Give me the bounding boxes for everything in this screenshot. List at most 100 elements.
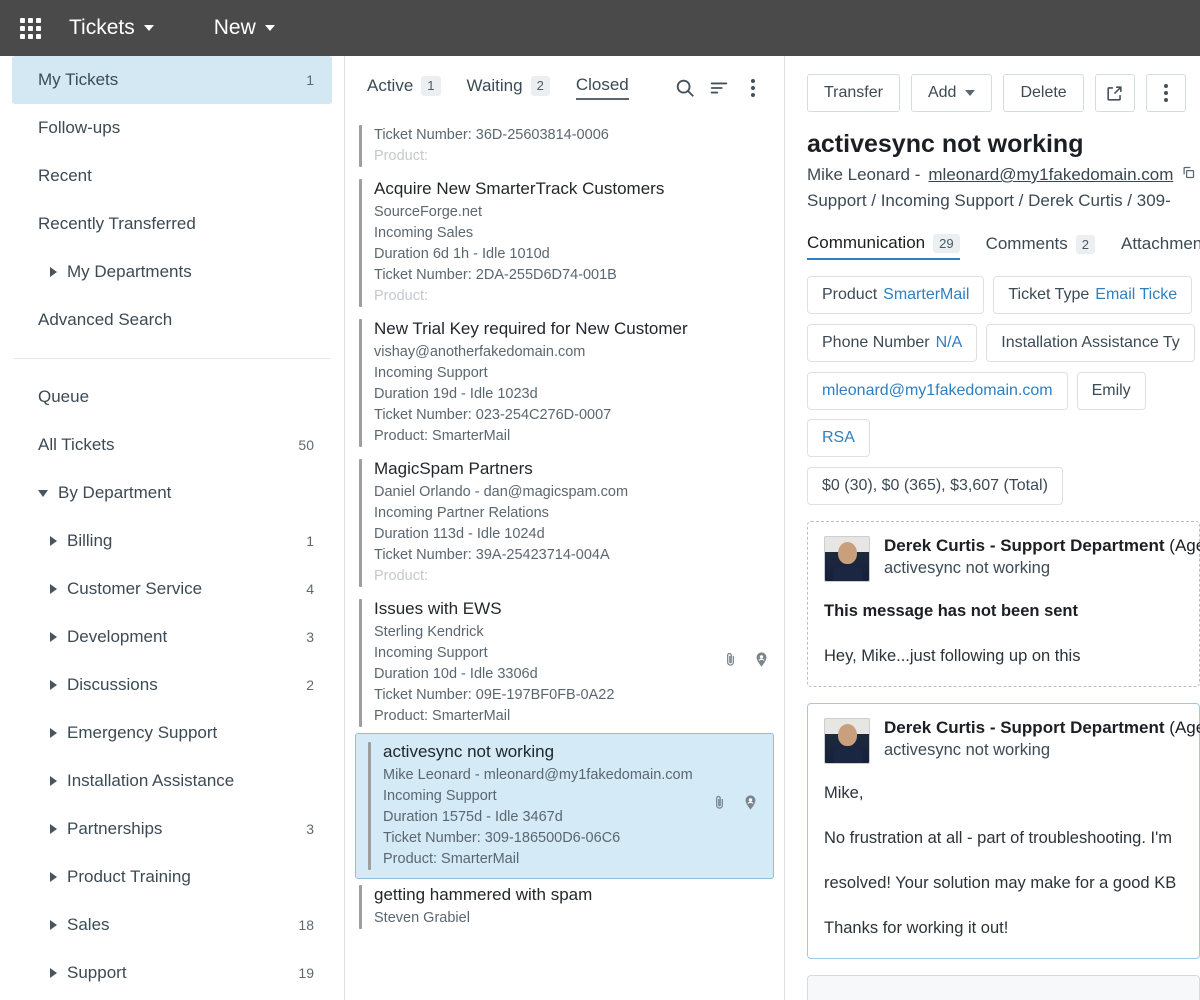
message-card[interactable]	[807, 975, 1200, 1000]
sidebar-item-label: Partnerships	[67, 819, 163, 838]
sidebar-item-development[interactable]: Development 3	[12, 613, 332, 661]
tab-attachments[interactable]: Attachments	[1121, 233, 1200, 260]
message-meta: Derek Curtis - Support Department (Age ac…	[884, 718, 1200, 760]
ticket-detail-inner: Transfer Add Delete activesync not worki…	[785, 56, 1200, 1000]
chevron-down-icon	[143, 25, 154, 31]
property-chip[interactable]: $0 (30), $0 (365), $3,607 (Total)	[807, 467, 1063, 505]
sidebar-item-recent[interactable]: Recent	[12, 152, 332, 200]
property-chip[interactable]: Emily	[1076, 372, 1146, 410]
chips-row-2: Phone Number N/A Installation Assistance T…	[807, 324, 1200, 362]
chip-label: $0 (30), $0 (365), $3,607 (Total)	[822, 477, 1048, 494]
tab-closed[interactable]: Closed	[575, 75, 629, 100]
message-subject: activesync not working	[884, 741, 1050, 759]
sidebar-item-by-department[interactable]: By Department	[12, 469, 332, 517]
message-thread: Derek Curtis - Support Department (Age ac…	[807, 521, 1200, 1000]
message-line: Mike,	[824, 784, 864, 802]
ticket-department: Incoming Support	[374, 645, 488, 661]
ticket-title: activesync not working	[807, 130, 1084, 158]
delete-button[interactable]: Delete	[1003, 74, 1084, 112]
ticket-list-item[interactable]: Issues with EWS Sterling Kendrick Incoming…	[345, 593, 784, 733]
tab-badge: 1	[421, 76, 441, 96]
message-card[interactable]: Derek Curtis - Support Department (Age ac…	[807, 521, 1200, 687]
ticket-list-item[interactable]: New Trial Key required for New Customer v…	[345, 313, 784, 453]
message-card[interactable]: Derek Curtis - Support Department (Age ac…	[807, 703, 1200, 959]
ticket-product: Product: SmarterMail	[383, 851, 520, 867]
property-chip[interactable]: Ticket Type Email Ticke	[993, 276, 1193, 314]
tab-communication[interactable]: Communication 29	[807, 233, 960, 260]
ticket-body: Acquire New SmarterTrack Customers Source…	[374, 179, 770, 307]
grid-apps-icon[interactable]	[20, 17, 41, 39]
sidebar-item-follow-ups[interactable]: Follow-ups	[12, 104, 332, 152]
property-chip[interactable]: Phone Number N/A	[807, 324, 978, 362]
attachment-icon[interactable]	[722, 651, 739, 673]
add-button[interactable]: Add	[910, 74, 993, 112]
ticket-list-item[interactable]: activesync not working Mike Leonard - mle…	[355, 733, 774, 879]
sidebar-item-customer-service[interactable]: Customer Service 4	[12, 565, 332, 613]
sort-icon[interactable]	[702, 71, 736, 105]
sidebar-item-label: My Tickets	[38, 70, 119, 89]
more-options-icon[interactable]	[736, 71, 770, 105]
sidebar-item-advanced-search[interactable]: Advanced Search	[12, 296, 332, 344]
breadcrumb[interactable]: Support / Incoming Support / Derek Curti…	[807, 191, 1200, 211]
chips-row-4: $0 (30), $0 (365), $3,607 (Total)	[807, 467, 1200, 505]
tab-active[interactable]: Active 1	[367, 76, 441, 99]
tickets-menu[interactable]: Tickets	[59, 10, 164, 46]
ticket-list-item[interactable]: getting hammered with spam Steven Grabiel	[345, 879, 784, 935]
attachment-icon[interactable]	[711, 794, 728, 816]
ticket-list-item[interactable]: Ticket Number: 36D-25603814-0006 Product:	[345, 119, 784, 173]
open-in-new-icon[interactable]	[1094, 74, 1135, 112]
tab-badge: 29	[933, 233, 960, 253]
sidebar-item-discussions[interactable]: Discussions 2	[12, 661, 332, 709]
sidebar-item-emergency-support[interactable]: Emergency Support	[12, 709, 332, 757]
sidebar-item-recently-transferred[interactable]: Recently Transferred	[12, 200, 332, 248]
sidebar-item-partnerships[interactable]: Partnerships 3	[12, 805, 332, 853]
property-chip[interactable]: Installation Assistance Ty	[986, 324, 1195, 362]
ticket-body: activesync not working Mike Leonard - mle…	[383, 742, 705, 870]
message-header: Derek Curtis - Support Department (Age ac…	[824, 718, 1200, 764]
ticket-contact: Sterling Kendrick	[374, 624, 484, 640]
transfer-button[interactable]: Transfer	[807, 74, 900, 112]
ticket-title: getting hammered with spam	[374, 885, 593, 904]
sidebar-item-installation-assistance[interactable]: Installation Assistance	[12, 757, 332, 805]
sidebar-item-billing[interactable]: Billing 1	[12, 517, 332, 565]
search-icon[interactable]	[668, 71, 702, 105]
ticket-list-item[interactable]: Acquire New SmarterTrack Customers Source…	[345, 173, 784, 313]
property-chip[interactable]: Product SmarterMail	[807, 276, 985, 314]
sidebar-item-product-training[interactable]: Product Training	[12, 853, 332, 901]
contact-email-link[interactable]: mleonard@my1fakedomain.com	[928, 165, 1173, 185]
chevron-right-icon	[50, 968, 57, 978]
ticket-list-column: Active 1 Waiting 2 Closed Ticket Number: 36D…	[345, 56, 785, 1000]
sidebar-item-label: Emergency Support	[67, 723, 218, 742]
ticket-title: activesync not working	[383, 742, 555, 761]
chevron-right-icon	[50, 776, 57, 786]
tickets-menu-label: Tickets	[69, 16, 135, 39]
copy-icon[interactable]	[1181, 165, 1196, 185]
new-menu[interactable]: New	[204, 10, 285, 46]
property-chip[interactable]: mleonard@my1fakedomain.com	[807, 372, 1068, 410]
sidebar-item-my-tickets[interactable]: My Tickets 1	[12, 56, 332, 104]
more-options-icon[interactable]	[1145, 74, 1186, 112]
ticket-list-item[interactable]: MagicSpam Partners Daniel Orlando - dan@m…	[345, 453, 784, 593]
property-chip[interactable]: RSA	[807, 419, 870, 457]
sidebar-item-count: 1	[306, 533, 314, 549]
contact-pin-icon[interactable]	[753, 651, 770, 673]
sidebar-item-my-departments[interactable]: My Departments	[12, 248, 332, 296]
contact-pin-icon[interactable]	[742, 794, 759, 816]
ticket-duration: Duration 6d 1h - Idle 1010d	[374, 246, 550, 262]
avatar	[824, 718, 870, 764]
sidebar-item-label: Sales	[67, 915, 110, 934]
sidebar-item-support[interactable]: Support 19	[12, 949, 332, 997]
tab-waiting[interactable]: Waiting 2	[467, 76, 550, 99]
chip-label: Emily	[1091, 382, 1131, 399]
tab-label: Attachments	[1121, 234, 1200, 253]
ticket-contact: Steven Grabiel	[374, 910, 470, 926]
sidebar-item-all-tickets[interactable]: All Tickets 50	[12, 421, 332, 469]
ticket-list-scroll[interactable]: Ticket Number: 36D-25603814-0006 Product:…	[345, 119, 784, 1000]
sidebar-item-label: My Departments	[67, 262, 192, 281]
message-author-role: (Age	[1169, 536, 1200, 555]
tab-comments[interactable]: Comments 2	[986, 233, 1095, 260]
ticket-accent-bar	[359, 125, 362, 167]
chevron-down-icon	[965, 90, 976, 96]
sidebar-item-sales[interactable]: Sales 18	[12, 901, 332, 949]
sidebar-nav-top: My Tickets 1 Follow-ups Recent Recently Tran…	[0, 56, 344, 344]
